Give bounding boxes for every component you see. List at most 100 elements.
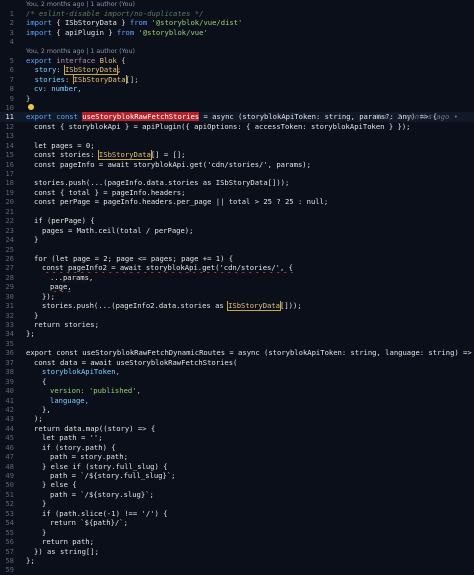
code-line-42: 42}, [0,405,474,414]
code-text: }) as string[]; [34,546,99,556]
code-line-55: 55} [0,528,474,537]
code-text: }; [26,555,35,565]
code-text: if (path.slice(-1) !== '/') { [42,508,168,518]
property: story [34,65,57,75]
keyword: import [26,27,52,37]
code-text: { [42,376,47,386]
code-text: stories.push(...(pageInfo.data.stories a… [34,178,290,188]
code-line-11: 11 export const useStoryblokRawFetchStori… [0,112,474,122]
code-line-52: 52} [0,499,474,508]
code-line-30: 30}); [0,292,474,301]
code-text: } else if (story.full_slug) { [42,461,168,471]
function-name-highlight[interactable]: useStoryblokRawFetchStories [82,112,200,122]
code-text: } [34,235,39,245]
string: '@storyblok/vue' [138,27,208,37]
type-reference[interactable]: ISbStoryData [72,74,127,85]
line-number: 7 [9,74,14,84]
code-line-23: 23 pages = Math.ceil(total / perPage); [0,226,474,235]
code-text-error[interactable]: const pageInfo2 = await storyblokApi.get… [26,263,474,272]
type-reference[interactable]: ISbStoryData [227,301,282,311]
code-line-34: 34}; [0,329,474,338]
code-line-32: 32} [0,311,474,320]
property: stories [34,74,65,84]
code-line-49: 49 path = `/${story.full_slug}`; [0,471,474,480]
line-number: 52 [5,499,14,509]
code-line-15: 15 const stories: ISbStoryData[] = []; [0,150,474,160]
line-number: 37 [5,357,14,367]
code-text: } [42,527,47,537]
code-line-58: 58}; [0,556,474,565]
code-text: version: 'published', [50,386,141,396]
code-line-24: 24} [0,235,474,244]
code-text: [])); [280,301,302,311]
type-reference[interactable]: ISbStoryData [97,150,152,160]
code-text: let pages = 0; [34,140,95,150]
code-line-14: 14 let pages = 0; [0,141,474,150]
code-text: if (story.path) { [42,442,116,452]
code-text: } [42,499,47,509]
code-text: const { storyblokApi } = apiPlugin({ api… [34,121,411,131]
code-text-error[interactable]: page, [26,282,474,291]
code-text: let path = ''; [42,433,103,443]
codelens-blame[interactable]: You, 2 months ago | 1 author (You) [0,47,474,56]
line-number: 2 [9,18,14,28]
code-text: }; [26,329,35,339]
code-line-36: 36 export const useStoryblokRawFetchDynam… [0,348,474,357]
code-text: path = story.path; [50,452,128,462]
code-line-19: 19 const { total } = pageInfo.headers; [0,188,474,197]
code-line-47: 47 path = story.path; [0,452,474,461]
line-number: 23 [5,225,14,235]
code-line-37: 37 const data = await useStoryblokRawFetc… [0,358,474,367]
line-number: 29 [5,282,14,292]
code-line-6: 6 story: ISbStoryData; [0,65,474,75]
type-reference[interactable]: ISbStoryData [63,65,118,75]
code-text: }, [42,404,51,414]
line-number: 15 [5,150,14,160]
code-line-1: 1 /* eslint-disable import/no-duplicates … [0,9,474,18]
code-line-41: 41 language, [0,396,474,405]
line-number: 56 [5,537,14,547]
line-number: 41 [5,395,14,405]
code-line-29: 29 page, [0,282,474,291]
code-line-35: 35 [0,339,474,348]
code-line-51: 51 path = `/${story.slug}`; [0,490,474,499]
code-text: cv: number, [34,84,82,94]
code-text: } [34,310,39,320]
line-number: 25 [5,244,14,254]
code-text-error[interactable]: ...params, [26,273,474,282]
line-number: 21 [5,206,14,216]
lightbulb-icon[interactable] [28,103,34,110]
line-number: 30 [5,291,14,301]
code-line-2: 2 import { ISbStoryData } from '@storyblo… [0,18,474,27]
line-number: 54 [5,518,14,528]
line-number: 4 [9,37,14,47]
line-number: 38 [5,367,14,377]
codelens-blame[interactable]: You, 2 months ago | 1 author (You) [0,0,474,9]
line-number: 40 [5,386,14,396]
line-number: 8 [9,84,14,94]
line-number: 58 [5,555,14,565]
inline-blame: You, 2 months ago • [375,112,458,122]
line-number: 33 [5,320,14,329]
line-number: 39 [5,376,14,386]
string: '@storyblok/vue/dist' [151,18,243,28]
line-number: 22 [5,216,14,226]
code-editor[interactable]: You, 2 months ago | 1 author (You) 1 /* e… [0,0,474,574]
line-number: 31 [5,301,14,311]
keyword: interface [56,55,96,65]
line-number: 10 [5,102,14,112]
line-number: 55 [5,527,14,537]
code-line-56: 56 return path; [0,537,474,546]
keyword: import [26,18,52,28]
line-number: 14 [5,140,14,150]
line-number: 47 [5,452,14,462]
code-text: }); [42,291,55,301]
code-line-12: 12 const { storyblokApi } = apiPlugin({ a… [0,122,474,131]
line-number: 36 [5,348,14,358]
code-text: ); [34,414,43,424]
code-line-4[interactable]: 4 [0,37,474,46]
code-text: if (perPage) { [34,216,95,226]
code-line-57: 57}) as string[]; [0,547,474,556]
code-line-31: 31 stories.push(...(pageInfo2.data.storie… [0,301,474,311]
code-line-33: 33 return stories; [0,320,474,329]
